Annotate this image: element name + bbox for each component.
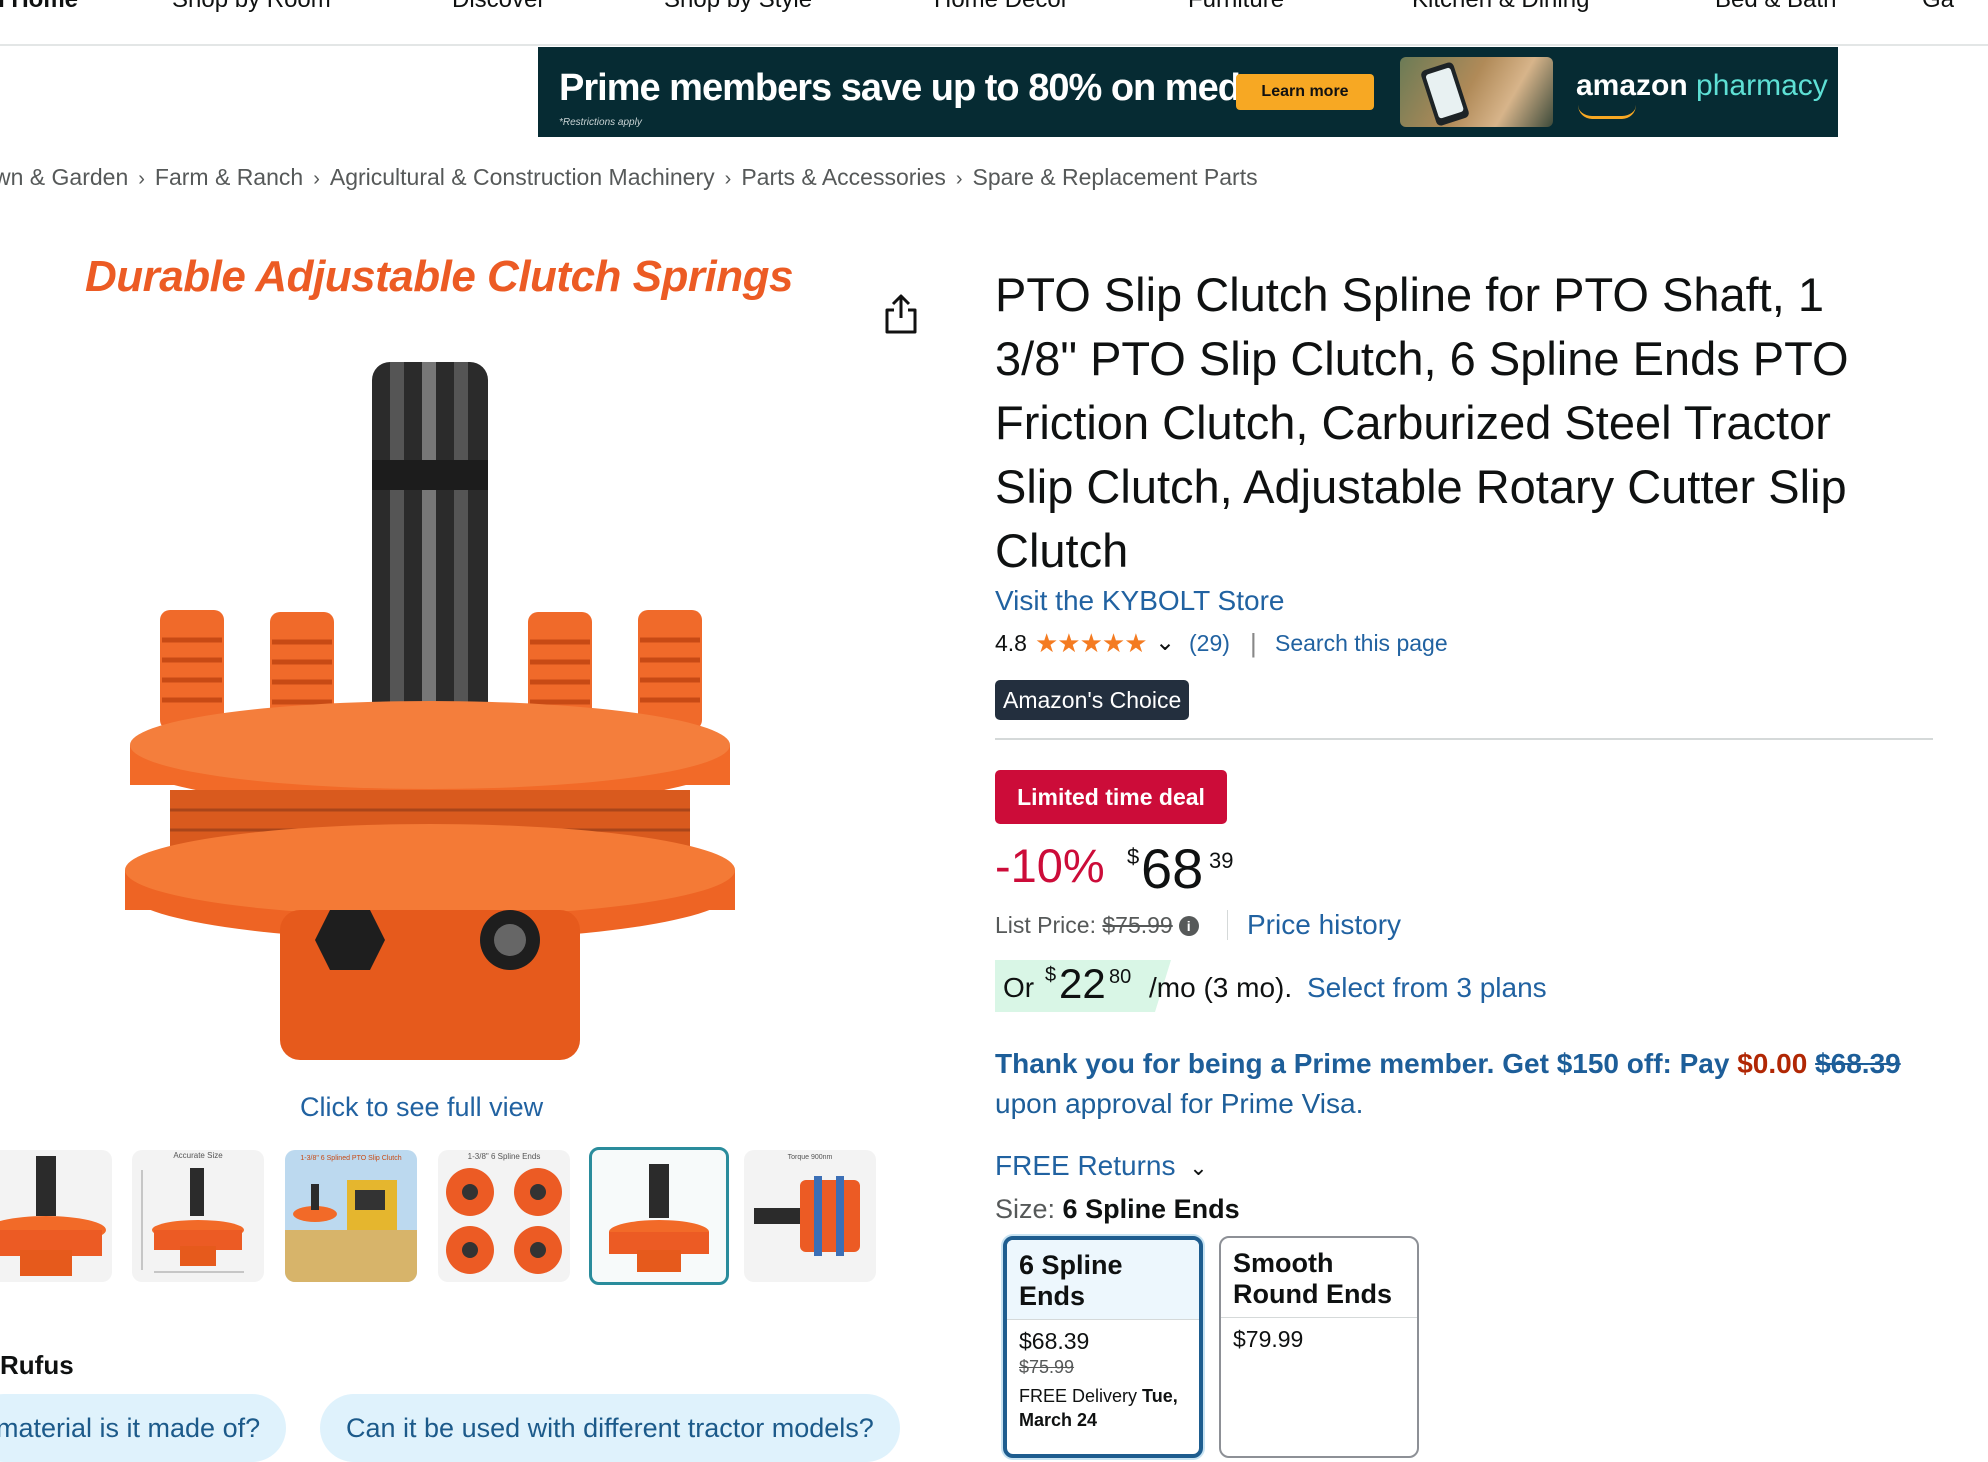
chevron-right-icon: › (955, 168, 963, 190)
thumbnail[interactable]: 1-3/8" 6 Splined PTO Slip Clutch (285, 1150, 417, 1282)
nav-item-discover[interactable]: Discover (452, 0, 545, 14)
rufus-question-chip[interactable]: Can it be used with different tractor mo… (320, 1394, 900, 1462)
amazon-smile-icon (1578, 105, 1636, 119)
nav-item-kitchen-dining[interactable]: Kitchen & Dining (1412, 0, 1589, 14)
thumbnail-label: 1-3/8" 6 Spline Ends (468, 1152, 541, 1161)
thumbnail-label: Torque 900nm (788, 1154, 833, 1161)
thumbnail-label: Accurate Size (173, 1151, 223, 1160)
top-nav: n Home Shop by Room Discover Shop by Sty… (0, 0, 1988, 46)
search-this-page-link[interactable]: Search this page (1275, 630, 1448, 657)
nav-item-furniture[interactable]: Furniture (1188, 0, 1284, 14)
share-icon[interactable] (884, 292, 918, 336)
size-option-name: Smooth Round Ends (1221, 1238, 1417, 1318)
thumbnail[interactable] (0, 1150, 112, 1282)
thumbnail-strip: Accurate Size 1-3/8" 6 Splined PTO Slip … (0, 1147, 900, 1290)
rating-count-link[interactable]: (29) (1189, 630, 1230, 657)
select-plans-link[interactable]: Select from 3 plans (1307, 972, 1547, 1004)
breadcrumb-item[interactable]: Spare & Replacement Parts (973, 164, 1258, 190)
installment-or: Or (1003, 972, 1035, 1003)
list-price: List Price: $75.99 i (995, 912, 1199, 939)
list-price-label: List Price: (995, 912, 1096, 938)
thumbnail[interactable]: Torque 900nm (744, 1150, 876, 1282)
free-returns-link[interactable]: FREE Returns ⌄ (995, 1150, 1208, 1182)
limited-deal-badge: Limited time deal (995, 770, 1227, 824)
installment-whole: 22 (1059, 960, 1106, 1007)
chevron-right-icon: › (313, 168, 320, 190)
nav-item-bed-bath[interactable]: Bed & Bath (1715, 0, 1836, 14)
price-whole: 68 (1141, 837, 1204, 900)
size-option-price: $79.99 (1233, 1326, 1304, 1352)
brand-sub: pharmacy (1696, 69, 1828, 102)
price-currency: $ (1127, 844, 1140, 869)
banner-restrictions: *Restrictions apply (559, 117, 642, 128)
star-rating-icon[interactable]: ★★★★★ (1035, 628, 1148, 659)
chevron-down-icon: ⌄ (1189, 1155, 1208, 1180)
thumbnail-label: 1-3/8" 6 Splined PTO Slip Clutch (300, 1155, 401, 1162)
prime-visa-offer[interactable]: Thank you for being a Prime member. Get … (995, 1044, 1945, 1124)
list-price-value: $75.99 (1102, 912, 1173, 938)
size-label-text: Size: (995, 1194, 1056, 1224)
size-option-old-price: $75.99 (1019, 1357, 1075, 1377)
store-link[interactable]: Visit the KYBOLT Store (995, 585, 1284, 617)
free-returns-label: FREE Returns (995, 1150, 1176, 1181)
rating-value: 4.8 (995, 630, 1027, 656)
size-value: 6 Spline Ends (1062, 1194, 1240, 1224)
prime-offer-text: Thank you for being a Prime member. Get … (995, 1048, 1730, 1079)
nav-item-home-decor[interactable]: Home Décor (934, 0, 1069, 14)
nav-item-shop-by-room[interactable]: Shop by Room (172, 0, 331, 14)
divider (1227, 910, 1228, 940)
breadcrumb-item[interactable]: Parts & Accessories (741, 164, 946, 190)
divider: | (1250, 628, 1257, 658)
full-view-link[interactable]: Click to see full view (300, 1092, 543, 1123)
prime-pay-amount: $0.00 (1737, 1048, 1808, 1079)
nav-item-shop-by-style[interactable]: Shop by Style (664, 0, 812, 14)
banner-photo (1400, 57, 1553, 127)
learn-more-button[interactable]: Learn more (1236, 74, 1374, 110)
delivery-prefix: FREE Delivery (1019, 1386, 1138, 1406)
pharmacy-ad-banner[interactable]: Prime members save up to 80% on meds *Re… (538, 47, 1838, 137)
thumbnail[interactable]: Accurate Size (132, 1150, 264, 1282)
thumbnail[interactable]: 1-3/8" 6 Spline Ends (438, 1150, 570, 1282)
prime-old-amount: $68.39 (1815, 1048, 1901, 1079)
brand-word: amazon (1576, 69, 1688, 102)
installment-currency: $ (1045, 964, 1057, 986)
chevron-right-icon: › (138, 168, 145, 190)
size-option-smooth-round[interactable]: Smooth Round Ends $79.99 (1219, 1236, 1419, 1458)
prime-offer-suffix: upon approval for Prime Visa. (995, 1088, 1364, 1119)
size-option-price: $68.39 (1019, 1328, 1090, 1354)
size-label: Size: 6 Spline Ends (995, 1194, 1240, 1225)
thumbnail-selected[interactable] (589, 1147, 729, 1285)
chevron-down-icon[interactable]: ⌄ (1155, 628, 1175, 657)
size-option-name: 6 Spline Ends (1007, 1240, 1199, 1320)
breadcrumb: wn & Garden › Farm & Ranch › Agricultural & … (0, 164, 1258, 191)
amazon-pharmacy-logo: amazon pharmacy (1576, 69, 1828, 103)
amazons-choice-badge: Amazon's Choice (995, 680, 1190, 720)
main-product-image[interactable] (110, 350, 750, 1070)
price-fraction: 39 (1209, 848, 1234, 873)
breadcrumb-item[interactable]: wn & Garden (0, 164, 128, 190)
size-option-delivery: FREE Delivery Tue, March 24 (1007, 1378, 1199, 1432)
size-option-6-spline[interactable]: 6 Spline Ends $68.39 $75.99 FREE Deliver… (1003, 1236, 1203, 1458)
chevron-right-icon: › (724, 168, 732, 190)
price-history-link[interactable]: Price history (1247, 909, 1401, 941)
divider (995, 738, 1933, 740)
product-title: PTO Slip Clutch Spline for PTO Shaft, 1 … (995, 268, 1849, 577)
phone-icon (1419, 61, 1471, 127)
breadcrumb-item[interactable]: Agricultural & Construction Machinery (330, 164, 715, 190)
breadcrumb-item[interactable]: Farm & Ranch (155, 164, 303, 190)
nav-item-more[interactable]: Ga (1922, 0, 1954, 14)
banner-headline: Prime members save up to 80% on meds (559, 67, 1261, 109)
nav-item-home[interactable]: n Home (0, 0, 78, 14)
image-caption: Durable Adjustable Clutch Springs (85, 252, 793, 301)
rufus-question-chip[interactable]: material is it made of? (0, 1394, 287, 1462)
installment-term: /mo (3 mo). (1149, 972, 1293, 1003)
installment-fraction: 80 (1109, 966, 1132, 988)
info-icon[interactable]: i (1178, 916, 1199, 936)
rufus-label: Rufus (0, 1350, 74, 1380)
discount-percent: -10% (995, 839, 1105, 892)
